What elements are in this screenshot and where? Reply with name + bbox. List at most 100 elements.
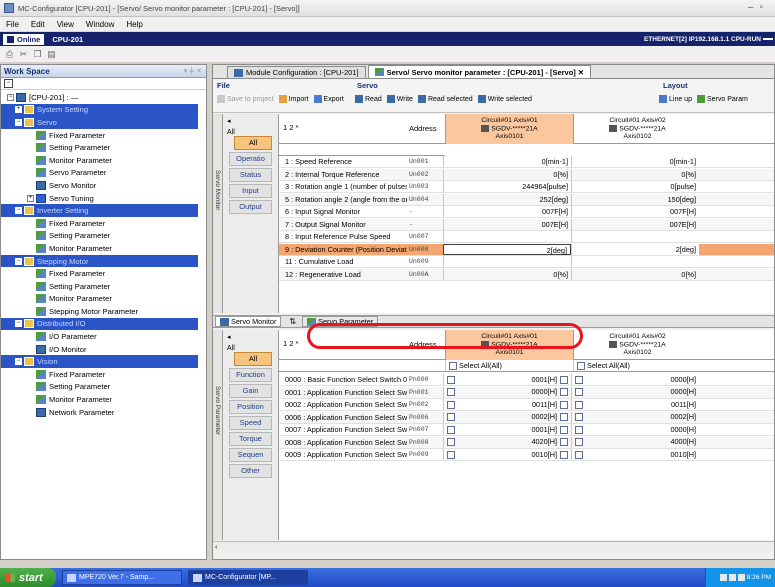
- table-row[interactable]: 11 : Cumulative Load Un009: [279, 256, 774, 269]
- value-axis-0101[interactable]: [443, 231, 571, 243]
- value-axis-0102[interactable]: [571, 256, 699, 268]
- filter-button-function[interactable]: Function: [229, 368, 272, 382]
- table-row[interactable]: 5 : Rotation angle 2 (angle from the ori…: [279, 193, 774, 206]
- table-row[interactable]: 0009 : Application Function Select Swi..…: [279, 449, 774, 462]
- filter-button-sequen[interactable]: Sequen: [229, 448, 272, 462]
- tray-icon[interactable]: [719, 574, 727, 581]
- value-axis-0101[interactable]: 007F[H]: [443, 206, 571, 218]
- table-row[interactable]: 6 : Input Signal Monitor - 007F[H] 007F[H]: [279, 206, 774, 219]
- tree-item[interactable]: Setting Parameter: [1, 230, 206, 243]
- tree-item[interactable]: Monitor Parameter: [1, 154, 206, 167]
- value-text[interactable]: 0002[H]: [670, 411, 696, 423]
- edit-checkbox[interactable]: [560, 388, 568, 397]
- value-text[interactable]: 0002[H]: [531, 411, 557, 423]
- read-selected-button[interactable]: Read selected: [417, 95, 473, 103]
- filter-button-status[interactable]: Status: [229, 168, 272, 182]
- value-axis-0102[interactable]: [571, 231, 699, 243]
- filter-button-position[interactable]: Position: [229, 400, 272, 414]
- tree-item[interactable]: I/O Monitor: [1, 343, 206, 356]
- value-axis-0102[interactable]: 0000[H]: [571, 424, 699, 436]
- workspace-pin-icon[interactable]: ▾ ╪ ✕: [184, 67, 202, 75]
- table-row[interactable]: 0007 : Application Function Select Swi..…: [279, 424, 774, 437]
- tree-item[interactable]: Monitor Parameter: [1, 393, 206, 406]
- table-row[interactable]: 1 : Speed Reference Un001 0[min-1] 0[min-1]: [279, 156, 774, 169]
- edit-checkbox[interactable]: [560, 438, 568, 447]
- row-checkbox[interactable]: [575, 388, 583, 397]
- tree-toggle-icon[interactable]: −: [15, 358, 22, 366]
- filter-button-all[interactable]: All: [234, 136, 272, 150]
- value-axis-0101[interactable]: 007E[H]: [443, 218, 571, 230]
- tree-item[interactable]: Stepping Motor Parameter: [1, 305, 206, 318]
- taskbar-item-mc-configurator[interactable]: MC-Configurator [MP...: [188, 570, 308, 585]
- value-axis-0101[interactable]: 4020[H]: [443, 436, 571, 448]
- start-button[interactable]: start: [0, 568, 56, 587]
- tree-root[interactable]: − [CPU-201] : —: [1, 91, 206, 104]
- column-selector[interactable]: 1 2 *: [283, 123, 298, 132]
- value-axis-0102[interactable]: 0000[H]: [571, 374, 699, 386]
- tree-item[interactable]: Monitor Parameter: [1, 242, 206, 255]
- table-row[interactable]: 7 : Output Signal Monitor - 007E[H] 007E[H]: [279, 218, 774, 231]
- value-text[interactable]: 0000[H]: [531, 386, 557, 398]
- menu-edit[interactable]: Edit: [31, 20, 45, 29]
- tree-item[interactable]: − Distributed I/O: [1, 317, 198, 331]
- write-button[interactable]: Write: [386, 95, 413, 103]
- filter-button-all[interactable]: All: [234, 352, 272, 366]
- tree-item[interactable]: Servo Parameter: [1, 167, 206, 180]
- tree-item[interactable]: Monitor Parameter: [1, 293, 206, 306]
- row-checkbox[interactable]: [575, 450, 583, 459]
- tree-toggle-icon[interactable]: −: [15, 257, 22, 265]
- menu-file[interactable]: File: [6, 20, 19, 29]
- value-axis-0101[interactable]: 0010[H]: [443, 449, 571, 461]
- value-axis-0102[interactable]: 0[min-1]: [571, 156, 699, 168]
- tree-toggle-icon[interactable]: −: [15, 118, 22, 126]
- value-axis-0102[interactable]: 0010[H]: [571, 449, 699, 461]
- value-axis-0101[interactable]: 0011[H]: [443, 399, 571, 411]
- value-axis-0101[interactable]: 0000[H]: [443, 386, 571, 398]
- tree-item[interactable]: − Servo: [1, 116, 198, 129]
- filter-button-torque[interactable]: Torque: [229, 432, 272, 446]
- axis-header-0102[interactable]: Circuit#01 Axis#02 SGDV-*****21A Axis010…: [573, 330, 701, 360]
- row-checkbox[interactable]: [575, 425, 583, 434]
- row-checkbox[interactable]: [575, 438, 583, 447]
- window-controls[interactable]: –▫: [748, 2, 769, 13]
- tree-item[interactable]: Servo Monitor: [1, 179, 206, 192]
- paste-icon[interactable]: ▤: [46, 49, 57, 60]
- import-button[interactable]: Import: [278, 95, 309, 103]
- tray-icon[interactable]: [737, 574, 745, 581]
- table-row[interactable]: 9 : Deviation Counter (Position Deviati.…: [279, 243, 774, 256]
- value-axis-0101[interactable]: 252[deg]: [443, 193, 571, 205]
- write-selected-button[interactable]: Write selected: [477, 95, 532, 103]
- tree-item[interactable]: − Inverter Setting: [1, 204, 198, 217]
- tree-toggle-icon[interactable]: +: [27, 194, 34, 202]
- value-axis-0102[interactable]: 0[pulse]: [571, 181, 699, 193]
- tab-module-configuration[interactable]: Module Configuration : [CPU-201]: [227, 66, 366, 78]
- table-row[interactable]: 0001 : Application Function Select Swi..…: [279, 386, 774, 399]
- value-text[interactable]: 0010[H]: [531, 449, 557, 461]
- table-row[interactable]: 12 : Regenerative Load Un00A 0[%] 0[%]: [279, 268, 774, 281]
- tree-item[interactable]: + System Setting: [1, 103, 198, 117]
- value-axis-0101[interactable]: 0[%]: [443, 268, 571, 280]
- table-row[interactable]: 2 : Internal Torque Reference Un002 0[%] 0[…: [279, 168, 774, 181]
- value-axis-0102[interactable]: 4000[H]: [571, 436, 699, 448]
- select-all-axis-0102[interactable]: Select All(All): [573, 360, 701, 371]
- tree-toggle-icon[interactable]: −: [15, 320, 22, 328]
- row-checkbox[interactable]: [575, 413, 583, 422]
- filter-button-speed[interactable]: Speed: [229, 416, 272, 430]
- tree-item[interactable]: − Vision: [1, 355, 198, 369]
- table-row[interactable]: 0008 : Application Function Select Swi..…: [279, 436, 774, 449]
- value-axis-0102[interactable]: 007E[H]: [571, 218, 699, 230]
- value-axis-0102[interactable]: 0[%]: [571, 268, 699, 280]
- tray-icon[interactable]: [728, 574, 736, 581]
- row-checkbox[interactable]: [447, 400, 455, 409]
- value-text[interactable]: 0001[H]: [531, 374, 557, 386]
- value-axis-0101[interactable]: 0[min-1]: [443, 156, 571, 168]
- tree-toggle-icon[interactable]: +: [15, 106, 22, 114]
- tree-item[interactable]: Setting Parameter: [1, 280, 206, 293]
- taskbar-item-mpe720[interactable]: MPE720 Ver.7 - Samp...: [62, 570, 182, 585]
- filter-button-gain[interactable]: Gain: [229, 384, 272, 398]
- tree-item[interactable]: + Servo Tuning: [1, 192, 206, 205]
- select-all-checkbox[interactable]: [577, 361, 585, 370]
- value-axis-0102[interactable]: 0002[H]: [571, 411, 699, 423]
- value-text[interactable]: 4020[H]: [531, 436, 557, 448]
- filter-button-input[interactable]: Input: [229, 184, 272, 198]
